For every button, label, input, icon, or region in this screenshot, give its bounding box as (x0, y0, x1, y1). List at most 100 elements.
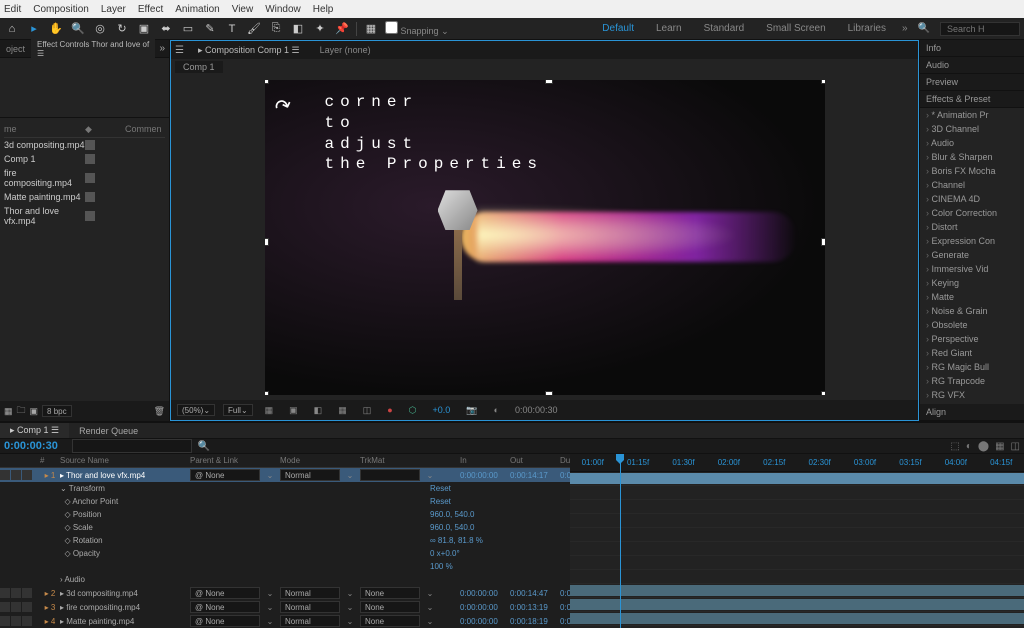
effects-panel[interactable]: Effects & Preset (920, 91, 1024, 108)
track[interactable] (570, 584, 1024, 598)
render-icon[interactable]: ● (383, 405, 396, 415)
graph-editor-icon[interactable]: ▦ (995, 441, 1004, 452)
col-comment[interactable]: Commen (125, 124, 165, 135)
current-time[interactable]: 0:00:00:30 (4, 440, 58, 452)
preview-panel[interactable]: Preview (920, 74, 1024, 91)
bpc-button[interactable]: 8 bpc (42, 405, 72, 417)
viewer-time[interactable]: 0:00:00:30 (511, 405, 562, 415)
clone-tool-icon[interactable]: ⎘ (268, 21, 284, 37)
snapping-checkbox[interactable]: Snapping ⌄ (385, 21, 449, 37)
home-icon[interactable]: ⌂ (4, 21, 20, 37)
handle-mr[interactable] (821, 238, 825, 246)
layer-row[interactable]: ▸ 1▸ Thor and love vfx.mp4@ None⌄Normal⌄… (0, 468, 570, 482)
handle-tc[interactable] (545, 80, 553, 84)
orbit-tool-icon[interactable]: ◎ (92, 21, 108, 37)
hand-tool-icon[interactable]: ✋ (48, 21, 64, 37)
transform-group[interactable]: ⌄ TransformReset (0, 482, 570, 495)
draft-icon[interactable]: ⬡ (405, 405, 421, 416)
effect-category[interactable]: Color Correction (920, 206, 1024, 220)
col-type-icon[interactable]: ◆ (85, 124, 105, 135)
search-help-input[interactable] (940, 22, 1020, 36)
time-ruler[interactable]: 01:00f01:15f01:30f02:00f02:15f02:30f03:0… (570, 454, 1024, 472)
handle-bc[interactable] (545, 391, 553, 395)
col-name[interactable]: me (4, 124, 85, 135)
layer-bar[interactable] (570, 599, 1024, 610)
menu-help[interactable]: Help (313, 4, 334, 15)
composition-viewer[interactable]: ↷ corner to adjust the Properties (171, 75, 918, 400)
effect-category[interactable]: RG Magic Bull (920, 360, 1024, 374)
zoom-dropdown[interactable]: (50%) ⌄ (177, 404, 215, 416)
effect-category[interactable]: Obsolete (920, 318, 1024, 332)
timeline-tracks[interactable]: 01:00f01:15f01:30f02:00f02:15f02:30f03:0… (570, 454, 1024, 628)
layer-row[interactable]: ▸ 3▸ fire compositing.mp4@ None⌄Normal⌄N… (0, 600, 570, 614)
layer-bar[interactable] (570, 585, 1024, 596)
puppet-tool-icon[interactable]: 📌 (334, 21, 350, 37)
handle-ml[interactable] (265, 238, 269, 246)
align-panel[interactable]: Align (920, 404, 1024, 421)
frame-blend-icon[interactable]: ◐ (966, 441, 972, 452)
effect-category[interactable]: Immersive Vid (920, 262, 1024, 276)
effect-category[interactable]: RG VFX (920, 388, 1024, 402)
track[interactable] (570, 472, 1024, 486)
toggle-icon[interactable]: ▦ (363, 21, 379, 37)
menu-animation[interactable]: Animation (175, 4, 219, 15)
menu-view[interactable]: View (232, 4, 254, 15)
handle-bl[interactable] (265, 391, 269, 395)
new-folder-icon[interactable]: 🗀 (17, 403, 26, 419)
trash-icon[interactable]: 🗑 (154, 406, 165, 417)
workspace-small[interactable]: Small Screen (760, 21, 831, 36)
effect-category[interactable]: * Animation Pr (920, 108, 1024, 122)
workspace-more-icon[interactable]: » (902, 23, 908, 34)
timeline-search-input[interactable] (72, 439, 192, 453)
new-comp-icon[interactable]: ▣ (30, 406, 39, 417)
snapshot-icon[interactable]: 📷 (462, 405, 481, 416)
audio-group[interactable]: › Audio (0, 573, 570, 586)
layer-bar[interactable] (570, 613, 1024, 624)
effect-category[interactable]: Noise & Grain (920, 304, 1024, 318)
layer-bar[interactable] (570, 473, 1024, 484)
menu-effect[interactable]: Effect (138, 4, 163, 15)
track[interactable] (570, 612, 1024, 626)
effect-category[interactable]: RG Trapcode (920, 374, 1024, 388)
effect-category[interactable]: Channel (920, 178, 1024, 192)
project-tab[interactable]: oject (0, 42, 31, 56)
interpret-icon[interactable]: ▦ (4, 406, 13, 417)
pan-behind-tool-icon[interactable]: ⬌ (158, 21, 174, 37)
workspace-learn[interactable]: Learn (650, 21, 688, 36)
exposure-icon[interactable]: ◐ (490, 405, 503, 415)
workspace-libraries[interactable]: Libraries (842, 21, 892, 36)
comp-breadcrumb[interactable]: Comp 1 (175, 61, 223, 73)
effect-category[interactable]: Audio (920, 136, 1024, 150)
transparent-icon[interactable]: ▦ (334, 405, 351, 416)
canvas[interactable]: ↷ corner to adjust the Properties (265, 80, 825, 395)
track[interactable] (570, 598, 1024, 612)
panel-menu-icon[interactable]: » (155, 43, 169, 54)
eraser-tool-icon[interactable]: ◧ (290, 21, 306, 37)
effect-category[interactable]: Keying (920, 276, 1024, 290)
effect-category[interactable]: Matte (920, 290, 1024, 304)
menu-layer[interactable]: Layer (101, 4, 126, 15)
region-icon[interactable]: ◧ (310, 405, 327, 416)
transform-property[interactable]: ◇ Anchor PointReset (0, 495, 570, 508)
menu-edit[interactable]: Edit (4, 4, 21, 15)
project-item[interactable]: Thor and love vfx.mp4 (4, 204, 165, 228)
effect-category[interactable]: Blur & Sharpen (920, 150, 1024, 164)
type-tool-icon[interactable]: T (224, 21, 240, 37)
effect-category[interactable]: Expression Con (920, 234, 1024, 248)
project-item[interactable]: Comp 1 (4, 152, 165, 166)
handle-br[interactable] (821, 391, 825, 395)
effect-category[interactable]: Perspective (920, 332, 1024, 346)
resolution-dropdown[interactable]: Full ⌄ (223, 404, 253, 416)
menu-composition[interactable]: Composition (33, 4, 89, 15)
effect-category[interactable]: Boris FX Mocha (920, 164, 1024, 178)
project-item[interactable]: 3d compositing.mp4 (4, 138, 165, 152)
effect-category[interactable]: 3D Channel (920, 122, 1024, 136)
timeline-search-icon[interactable]: 🔍 (198, 441, 210, 452)
transform-property[interactable]: ◇ Rotation∞ 81.8, 81.8 % (0, 534, 570, 547)
transform-property[interactable]: ◇ Opacity0 x+0.0° (0, 547, 570, 560)
menu-window[interactable]: Window (265, 4, 301, 15)
effect-category[interactable]: Distort (920, 220, 1024, 234)
selection-tool-icon[interactable]: ▸ (26, 21, 42, 37)
draft3d-icon[interactable]: ◫ (1011, 441, 1020, 452)
mask-icon[interactable]: ▣ (285, 405, 302, 416)
